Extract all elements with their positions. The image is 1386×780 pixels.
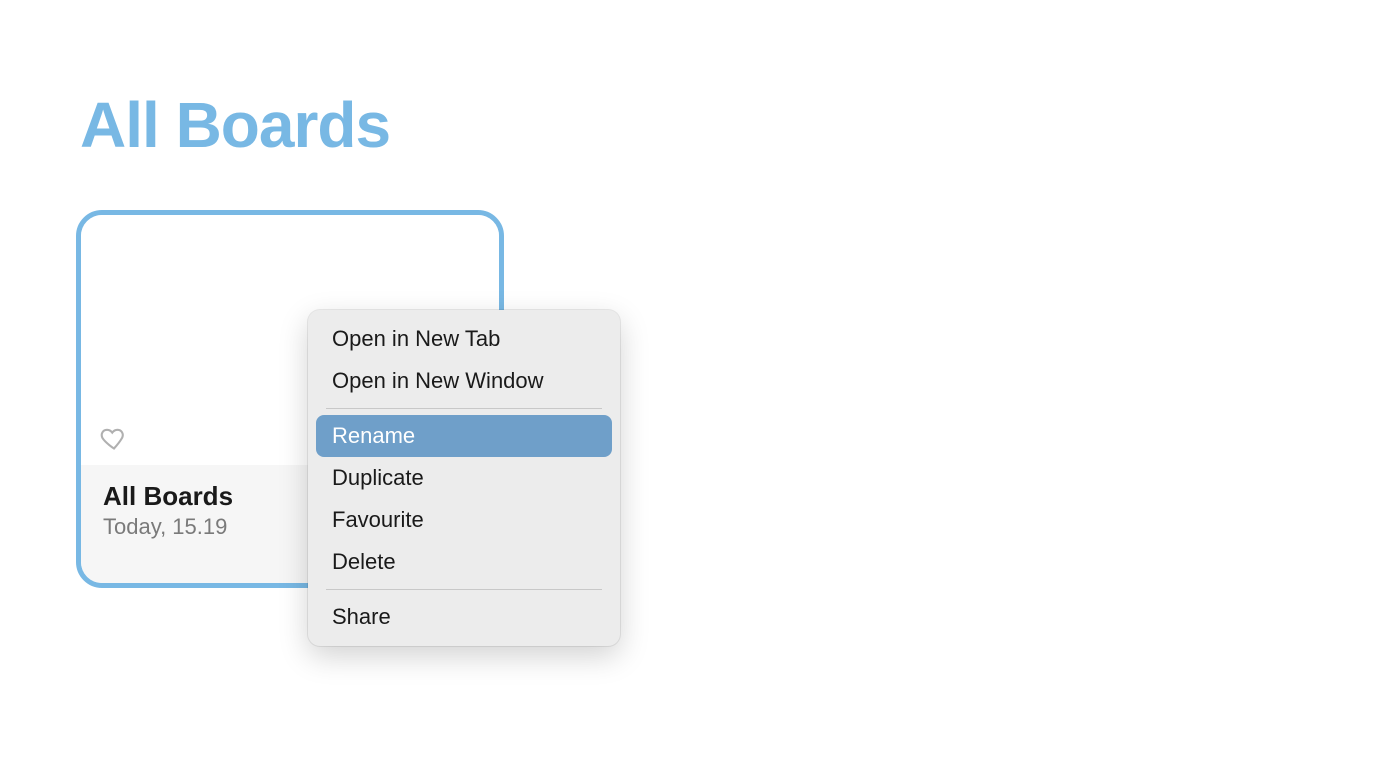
- menu-separator: [326, 589, 602, 590]
- context-menu: Open in New TabOpen in New WindowRenameD…: [308, 310, 620, 646]
- menu-item-rename[interactable]: Rename: [316, 415, 612, 457]
- menu-item-favourite[interactable]: Favourite: [316, 499, 612, 541]
- heart-icon[interactable]: [99, 423, 129, 453]
- menu-item-delete[interactable]: Delete: [316, 541, 612, 583]
- page-title: All Boards: [80, 88, 390, 162]
- menu-item-duplicate[interactable]: Duplicate: [316, 457, 612, 499]
- menu-item-share[interactable]: Share: [316, 596, 612, 638]
- menu-item-open-new-tab[interactable]: Open in New Tab: [316, 318, 612, 360]
- menu-item-open-new-window[interactable]: Open in New Window: [316, 360, 612, 402]
- menu-separator: [326, 408, 602, 409]
